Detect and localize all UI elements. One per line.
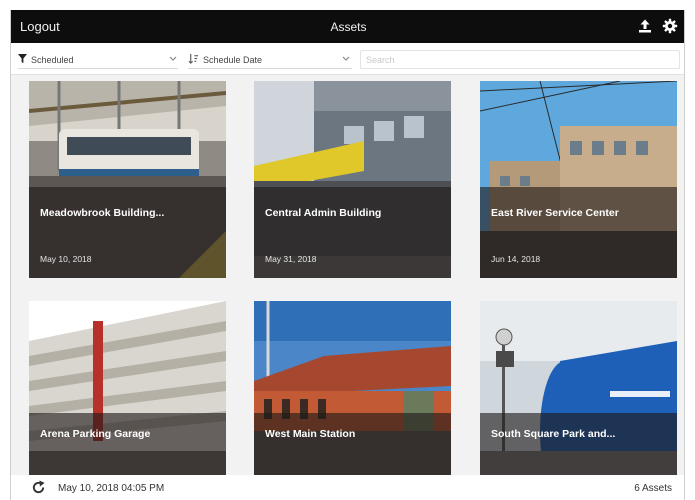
asset-name: South Square Park and... [491,428,616,440]
asset-count: 6 Assets [634,483,672,494]
asset-name: Arena Parking Garage [40,428,151,440]
card-overlay [29,187,226,278]
page-title: Assets [330,20,367,34]
status-filter-value: Scheduled [31,55,74,65]
asset-name: East River Service Center [491,207,619,219]
sort-dropdown[interactable]: Schedule Date [188,49,352,69]
asset-date: May 31, 2018 [265,254,317,264]
search-input[interactable] [360,50,680,69]
top-bar: Logout Assets [11,10,684,43]
asset-card-west-main[interactable]: West Main Station [254,301,451,498]
app-window: Logout Assets Scheduled Schedule Date Se… [10,10,685,500]
asset-date: May 10, 2018 [40,254,92,264]
status-filter-dropdown[interactable]: Scheduled [18,49,178,69]
last-updated-text: May 10, 2018 04:05 PM [58,483,165,494]
refresh-icon[interactable] [31,480,46,495]
asset-name: Central Admin Building [265,207,382,219]
asset-card-arena-parking[interactable]: Arena Parking Garage [29,301,226,498]
status-bar: May 10, 2018 04:05 PM 6 Assets [11,475,684,500]
asset-date: Jun 14, 2018 [491,254,541,264]
asset-card-south-square[interactable]: South Square Park and... [480,301,677,498]
chevron-down-icon [169,56,177,61]
gear-icon[interactable] [662,18,678,34]
asset-card-central-admin[interactable]: Central Admin Building May 31, 2018 [254,81,451,278]
asset-card-meadowbrook[interactable]: Meadowbrook Building... May 10, 2018 [29,81,226,278]
filter-bar: Scheduled Schedule Date [11,43,684,75]
filter-icon [18,54,27,63]
card-overlay [480,187,677,278]
asset-name: Meadowbrook Building... [40,207,165,219]
asset-card-east-river[interactable]: East River Service Center Jun 14, 2018 [480,81,677,278]
chevron-down-icon [342,56,350,61]
asset-name: West Main Station [265,428,356,440]
upload-icon[interactable] [637,18,653,34]
card-overlay [254,187,451,278]
sort-value: Schedule Date [203,55,263,65]
sort-icon [188,53,199,64]
